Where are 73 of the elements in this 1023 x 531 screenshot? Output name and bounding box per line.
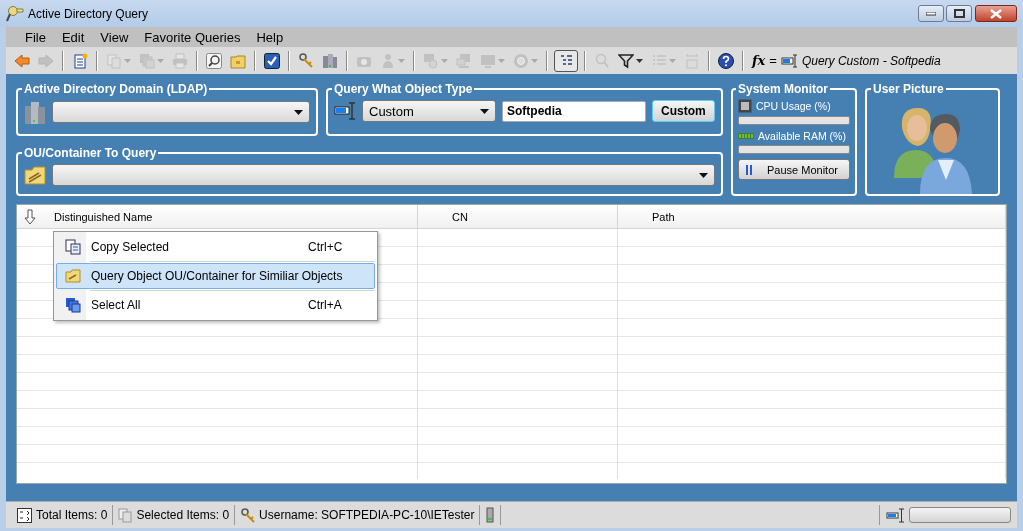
new-document-icon[interactable] (72, 52, 88, 69)
maximize-icon[interactable] (953, 9, 965, 18)
meter-label: CPU Usage (%) (756, 100, 831, 112)
folder-icon (24, 164, 46, 186)
menu-item[interactable]: View (92, 29, 137, 45)
total-items: Total Items: 0 (36, 507, 108, 523)
text-field-icon (334, 101, 356, 121)
group-title: Active Directory Domain (LDAP) (23, 82, 209, 96)
menu-item[interactable]: Query Object OU/Container for Similiar Objects (56, 263, 375, 289)
group-title: User Picture (872, 82, 945, 96)
menu-item-label: Query Object OU/Container for Similiar Objects (90, 269, 344, 283)
pause-monitor-button[interactable]: Pause Monitor (738, 159, 850, 180)
menu-item[interactable]: Copy Selected Ctrl+C (56, 234, 375, 260)
column-header[interactable]: CN (452, 210, 468, 223)
dropdown-value: Custom (369, 103, 414, 119)
text-field-icon (780, 52, 798, 69)
close-button[interactable] (975, 5, 1017, 22)
caret-icon[interactable] (480, 108, 489, 114)
menu-item[interactable]: Edit (53, 29, 93, 45)
name-field[interactable]: Softpedia (502, 100, 646, 122)
menu-item[interactable]: File (17, 29, 54, 45)
sort-arrow-icon[interactable] (24, 208, 36, 225)
memory-icon (738, 132, 754, 140)
caret-icon[interactable] (294, 109, 303, 115)
server-icon[interactable] (322, 52, 338, 69)
maximize-button[interactable] (946, 5, 972, 22)
app-logo-icon (6, 5, 24, 22)
menu-item-label: Copy Selected (90, 240, 171, 254)
caret-icon[interactable] (636, 58, 643, 63)
chip-icon (738, 99, 752, 113)
folder-icon (65, 268, 81, 284)
menu-item-label: Select All (90, 298, 142, 312)
server-icon (485, 507, 496, 523)
counter-icon (17, 507, 32, 523)
object-type-dropdown[interactable]: Custom (362, 100, 496, 122)
menu-item[interactable]: Favorite Queries (136, 29, 249, 45)
domain-dropdown[interactable] (52, 101, 310, 123)
shortcut-label: Ctrl+C (308, 240, 344, 254)
copy-icon (65, 239, 81, 255)
caret-icon[interactable] (699, 172, 708, 178)
text-field-icon (886, 506, 905, 524)
filter-icon[interactable] (618, 52, 634, 69)
stacked-pages-icon (118, 507, 133, 523)
custom-button[interactable]: Custom (652, 100, 715, 122)
server-icon (24, 100, 46, 124)
column-header[interactable]: Distinguished Name (54, 210, 153, 223)
checkbox-icon[interactable] (264, 52, 280, 69)
username: Username: SOFTPEDIA-PC-10\IETester (259, 507, 475, 523)
folder-icon[interactable] (230, 52, 246, 69)
selected-items: Selected Items: 0 (136, 507, 230, 523)
shortcut-label: Ctrl+A (308, 298, 343, 312)
group-title: OU/Container To Query (23, 146, 158, 160)
minimize-icon[interactable] (926, 11, 936, 16)
group-title: System Monitor (737, 82, 829, 96)
meter-label: Available RAM (%) (758, 130, 846, 142)
formula-symbol: fx (752, 53, 766, 68)
stacked-pages-icon (65, 297, 81, 313)
back-arrow-icon[interactable] (14, 52, 30, 69)
column-header[interactable]: Path (652, 210, 675, 223)
key-icon[interactable] (298, 52, 314, 69)
group-title: Query What Object Type (333, 82, 474, 96)
help-icon[interactable] (718, 52, 734, 69)
equals-sign: = (769, 53, 777, 68)
menu-item[interactable]: Help (248, 29, 292, 45)
query-summary: Query Custom - Softpedia (801, 53, 941, 68)
menu-item[interactable]: Select All Ctrl+A (56, 292, 375, 318)
window-title: Active Directory Query (28, 6, 150, 21)
key-icon (240, 507, 256, 523)
container-dropdown[interactable] (52, 164, 715, 186)
search-icon[interactable] (206, 52, 222, 69)
minimize-button[interactable] (918, 5, 944, 22)
pause-icon[interactable] (745, 163, 753, 176)
close-icon[interactable] (990, 8, 1002, 19)
